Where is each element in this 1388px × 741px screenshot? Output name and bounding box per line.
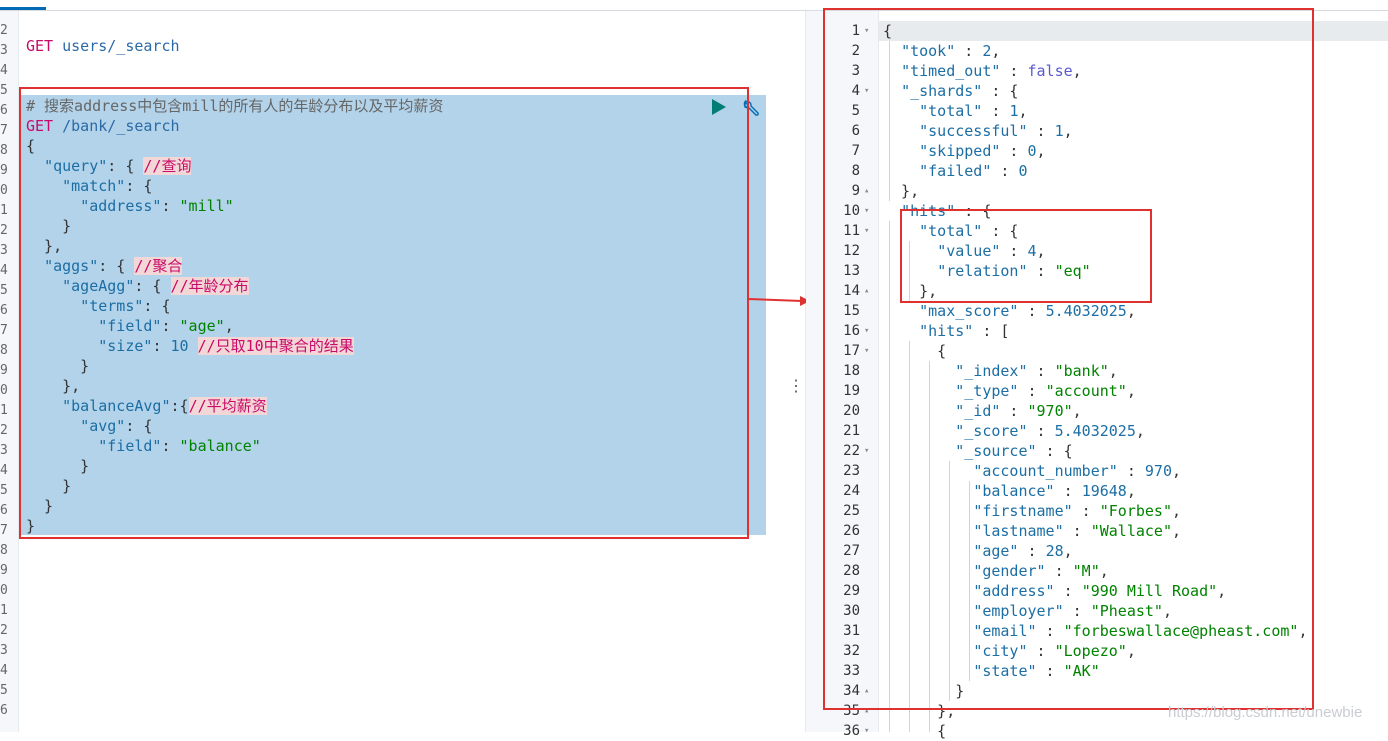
line-number: 8 [0, 543, 8, 558]
fold-open-icon[interactable]: ▾ [864, 721, 874, 741]
hits-total-highlight-box [900, 209, 1152, 303]
line-number: 8 [0, 143, 8, 158]
line-number: 5 [0, 683, 8, 698]
line-number: 1 [0, 403, 8, 418]
code-token: { [883, 722, 947, 740]
line-number: 0 [0, 583, 8, 598]
line-number: 4 [0, 263, 8, 278]
line-number: 7 [0, 323, 8, 338]
line-number: 0 [0, 183, 8, 198]
line-number: 4 [0, 663, 8, 678]
line-number: 36 [843, 723, 860, 739]
left-gutter: 2 3 4 5 6 7 8 9 0 1 2 3 4 5 6 7 8 9 0 1 2 3 4 5 6 7 8 9 0 1 2 3 4 5 6 [0, 11, 19, 732]
line-number: 2 [0, 623, 8, 638]
line-number: 3 [0, 243, 8, 258]
line-number: 9 [0, 363, 8, 378]
watermark: https://blog.csdn.net/unewbie [1168, 704, 1363, 721]
active-tab-indicator[interactable] [0, 7, 46, 10]
line-number: 6 [0, 103, 8, 118]
line-number: 2 [0, 23, 8, 38]
line-number: 0 [0, 383, 8, 398]
request-line[interactable]: GET users/_search [26, 36, 180, 56]
line-number: 4 [0, 63, 8, 78]
line-number: 7 [0, 523, 8, 538]
line-number: 4 [0, 463, 8, 478]
line-number: 5 [0, 83, 8, 98]
response-line: { [883, 721, 946, 741]
line-number: 2 [0, 423, 8, 438]
line-number: 8 [0, 343, 8, 358]
response-highlight-box [823, 8, 1314, 710]
line-number: 9 [0, 163, 8, 178]
pane-splitter[interactable]: ⋮ [788, 376, 804, 396]
code-token: GET [26, 37, 54, 55]
line-number: 6 [0, 703, 8, 718]
line-number: 3 [0, 643, 8, 658]
line-number: 7 [0, 123, 8, 138]
code-token: users/_search [53, 37, 180, 55]
line-number: 2 [0, 223, 8, 238]
line-number: 9 [0, 563, 8, 578]
line-number: 5 [0, 283, 8, 298]
line-number [0, 11, 18, 21]
line-number: 6 [0, 503, 8, 518]
line-number: 3 [0, 43, 8, 58]
line-number: 1 [0, 603, 8, 618]
line-number: 6 [0, 303, 8, 318]
line-number: 1 [0, 203, 8, 218]
request-highlight-box [19, 87, 749, 539]
line-number: 5 [0, 483, 8, 498]
arrow-icon [748, 296, 810, 306]
line-number: 3 [0, 443, 8, 458]
